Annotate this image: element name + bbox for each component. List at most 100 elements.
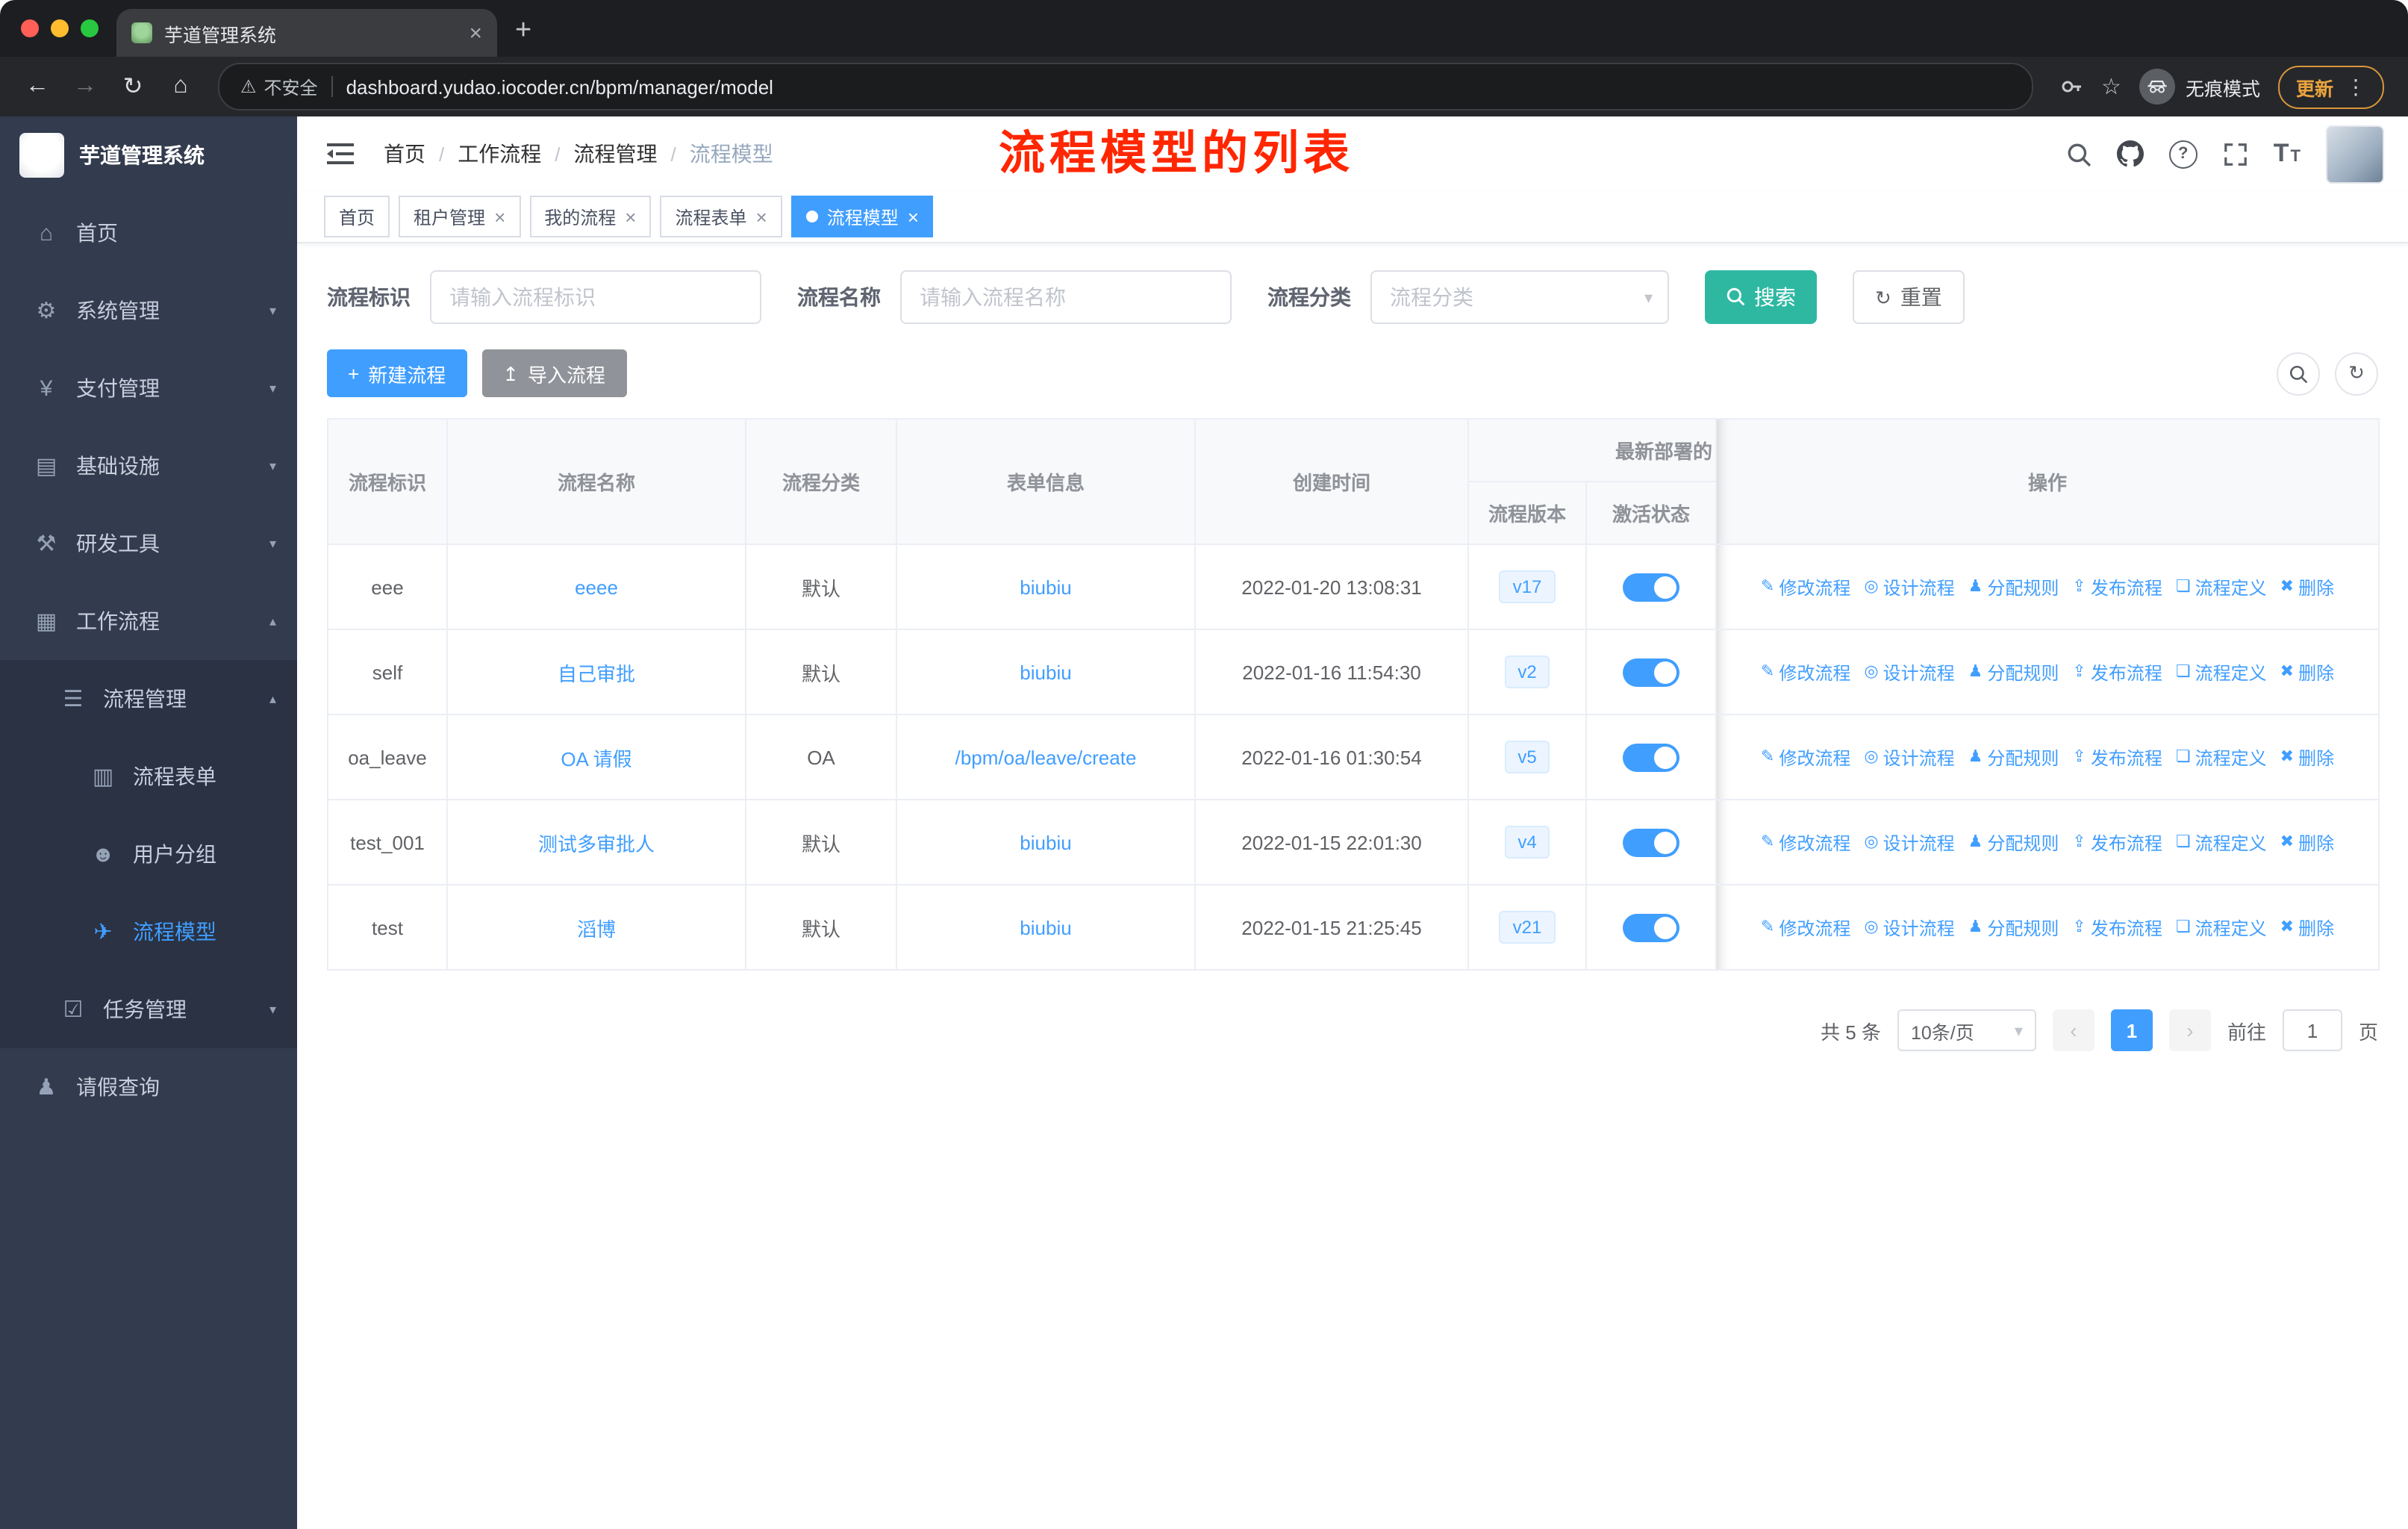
tag-process-form[interactable]: 流程表单 × bbox=[660, 196, 782, 237]
minimize-window-button[interactable] bbox=[51, 19, 69, 37]
process-definition-link[interactable]: ❏ 流程定义 bbox=[2176, 915, 2267, 940]
tag-home[interactable]: 首页 bbox=[324, 196, 390, 237]
process-definition-link[interactable]: ❏ 流程定义 bbox=[2176, 659, 2267, 685]
process-name-input[interactable] bbox=[900, 270, 1232, 324]
process-definition-link[interactable]: ❏ 流程定义 bbox=[2176, 574, 2267, 600]
sidebar-item-process-model[interactable]: ✈ 流程模型 bbox=[0, 893, 297, 971]
process-name-link[interactable]: 测试多审批人 bbox=[538, 832, 655, 855]
process-definition-link[interactable]: ❏ 流程定义 bbox=[2176, 744, 2267, 770]
edit-process-link[interactable]: ✎ 修改流程 bbox=[1761, 744, 1850, 770]
form-link[interactable]: biubiu bbox=[1020, 661, 1071, 683]
font-size-icon[interactable]: TT bbox=[2274, 139, 2301, 169]
tag-process-model[interactable]: 流程模型 × bbox=[790, 196, 934, 237]
fullscreen-icon[interactable] bbox=[2223, 141, 2248, 166]
toggle-search-button[interactable] bbox=[2277, 352, 2320, 395]
sidebar-item-task-management[interactable]: ☑ 任务管理 ▾ bbox=[0, 971, 297, 1048]
publish-process-link[interactable]: ⇪ 发布流程 bbox=[2072, 574, 2162, 600]
design-process-link[interactable]: ◎ 设计流程 bbox=[1864, 574, 1954, 600]
security-warning[interactable]: ⚠ 不安全 bbox=[240, 74, 318, 99]
user-avatar[interactable] bbox=[2326, 125, 2384, 183]
active-toggle[interactable] bbox=[1623, 913, 1679, 941]
search-button[interactable]: 搜索 bbox=[1705, 270, 1817, 324]
process-name-link[interactable]: 滔博 bbox=[577, 918, 616, 940]
tag-tenant[interactable]: 租户管理 × bbox=[399, 196, 521, 237]
publish-process-link[interactable]: ⇪ 发布流程 bbox=[2072, 829, 2162, 855]
edit-process-link[interactable]: ✎ 修改流程 bbox=[1761, 829, 1850, 855]
tab-close-icon[interactable]: × bbox=[469, 22, 482, 44]
reset-button[interactable]: ↻ 重置 bbox=[1853, 270, 1965, 324]
breadcrumb-item[interactable]: 首页 bbox=[384, 139, 425, 169]
current-page-button[interactable]: 1 bbox=[2110, 1009, 2153, 1051]
sidebar-item-user-group[interactable]: ☻ 用户分组 bbox=[0, 815, 297, 893]
prev-page-button[interactable]: ‹ bbox=[2052, 1009, 2094, 1051]
process-name-link[interactable]: 自己审批 bbox=[558, 662, 635, 685]
collapse-sidebar-icon[interactable] bbox=[324, 137, 357, 170]
form-link[interactable]: biubiu bbox=[1020, 576, 1071, 598]
sidebar-item-process-management[interactable]: ☰ 流程管理 ▴ bbox=[0, 660, 297, 738]
delete-link[interactable]: ✖ 删除 bbox=[2280, 659, 2334, 685]
sidebar-item-home[interactable]: ⌂ 首页 bbox=[0, 194, 297, 272]
close-window-button[interactable] bbox=[21, 19, 39, 37]
delete-link[interactable]: ✖ 删除 bbox=[2280, 744, 2334, 770]
publish-process-link[interactable]: ⇪ 发布流程 bbox=[2072, 744, 2162, 770]
help-icon[interactable]: ? bbox=[2168, 140, 2198, 168]
browser-menu-icon[interactable]: ⋮ bbox=[2345, 74, 2366, 99]
github-icon[interactable] bbox=[2116, 140, 2144, 167]
search-icon[interactable] bbox=[2066, 141, 2092, 166]
forward-button[interactable]: → bbox=[63, 64, 107, 109]
close-icon[interactable]: × bbox=[756, 207, 767, 226]
goto-page-input[interactable] bbox=[2282, 1009, 2342, 1051]
process-definition-link[interactable]: ❏ 流程定义 bbox=[2176, 829, 2267, 855]
home-button[interactable]: ⌂ bbox=[158, 64, 203, 109]
edit-process-link[interactable]: ✎ 修改流程 bbox=[1761, 915, 1850, 940]
assign-rule-link[interactable]: ♟ 分配规则 bbox=[1968, 659, 2059, 685]
back-button[interactable]: ← bbox=[15, 64, 60, 109]
delete-link[interactable]: ✖ 删除 bbox=[2280, 829, 2334, 855]
reload-button[interactable]: ↻ bbox=[110, 64, 155, 109]
sidebar-item-leave-query[interactable]: ♟ 请假查询 bbox=[0, 1048, 297, 1126]
key-icon[interactable] bbox=[2059, 75, 2083, 99]
assign-rule-link[interactable]: ♟ 分配规则 bbox=[1968, 574, 2059, 600]
design-process-link[interactable]: ◎ 设计流程 bbox=[1864, 659, 1954, 685]
sidebar-item-payment[interactable]: ¥ 支付管理 ▾ bbox=[0, 349, 297, 427]
publish-process-link[interactable]: ⇪ 发布流程 bbox=[2072, 915, 2162, 940]
next-page-button[interactable]: › bbox=[2168, 1009, 2211, 1051]
design-process-link[interactable]: ◎ 设计流程 bbox=[1864, 915, 1954, 940]
browser-tab[interactable]: 芋道管理系统 × bbox=[116, 9, 497, 57]
close-icon[interactable]: × bbox=[494, 207, 505, 226]
new-tab-button[interactable]: + bbox=[497, 15, 549, 57]
breadcrumb-item[interactable]: 工作流程 bbox=[458, 139, 541, 169]
tag-my-process[interactable]: 我的流程 × bbox=[529, 196, 652, 237]
update-button[interactable]: 更新 ⋮ bbox=[2277, 65, 2384, 108]
edit-process-link[interactable]: ✎ 修改流程 bbox=[1761, 574, 1850, 600]
active-toggle[interactable] bbox=[1623, 828, 1679, 856]
form-link[interactable]: biubiu bbox=[1020, 831, 1071, 853]
form-link[interactable]: biubiu bbox=[1020, 916, 1071, 938]
process-name-link[interactable]: OA 请假 bbox=[561, 747, 631, 770]
page-size-select[interactable]: 10条/页 ▾ bbox=[1897, 1009, 2036, 1051]
sidebar-item-devtools[interactable]: ⚒ 研发工具 ▾ bbox=[0, 505, 297, 582]
edit-process-link[interactable]: ✎ 修改流程 bbox=[1761, 659, 1850, 685]
zoom-window-button[interactable] bbox=[81, 19, 99, 37]
assign-rule-link[interactable]: ♟ 分配规则 bbox=[1968, 915, 2059, 940]
sidebar-item-infrastructure[interactable]: ▤ 基础设施 ▾ bbox=[0, 427, 297, 505]
active-toggle[interactable] bbox=[1623, 743, 1679, 771]
assign-rule-link[interactable]: ♟ 分配规则 bbox=[1968, 829, 2059, 855]
category-select[interactable]: 流程分类 ▾ bbox=[1370, 270, 1669, 324]
create-process-button[interactable]: + 新建流程 bbox=[327, 349, 467, 397]
close-icon[interactable]: × bbox=[625, 207, 636, 226]
active-toggle[interactable] bbox=[1623, 658, 1679, 686]
assign-rule-link[interactable]: ♟ 分配规则 bbox=[1968, 744, 2059, 770]
import-process-button[interactable]: ↥ 导入流程 bbox=[481, 349, 627, 397]
breadcrumb-item[interactable]: 流程管理 bbox=[574, 139, 658, 169]
refresh-table-button[interactable]: ↻ bbox=[2335, 352, 2378, 395]
delete-link[interactable]: ✖ 删除 bbox=[2280, 574, 2334, 600]
sidebar-item-workflow[interactable]: ▦ 工作流程 ▴ bbox=[0, 582, 297, 660]
close-icon[interactable]: × bbox=[908, 207, 919, 226]
design-process-link[interactable]: ◎ 设计流程 bbox=[1864, 829, 1954, 855]
process-key-input[interactable] bbox=[430, 270, 761, 324]
sidebar-item-system[interactable]: ⚙ 系统管理 ▾ bbox=[0, 272, 297, 349]
publish-process-link[interactable]: ⇪ 发布流程 bbox=[2072, 659, 2162, 685]
process-name-link[interactable]: eeee bbox=[575, 576, 618, 598]
sidebar-item-process-form[interactable]: ▥ 流程表单 bbox=[0, 738, 297, 815]
